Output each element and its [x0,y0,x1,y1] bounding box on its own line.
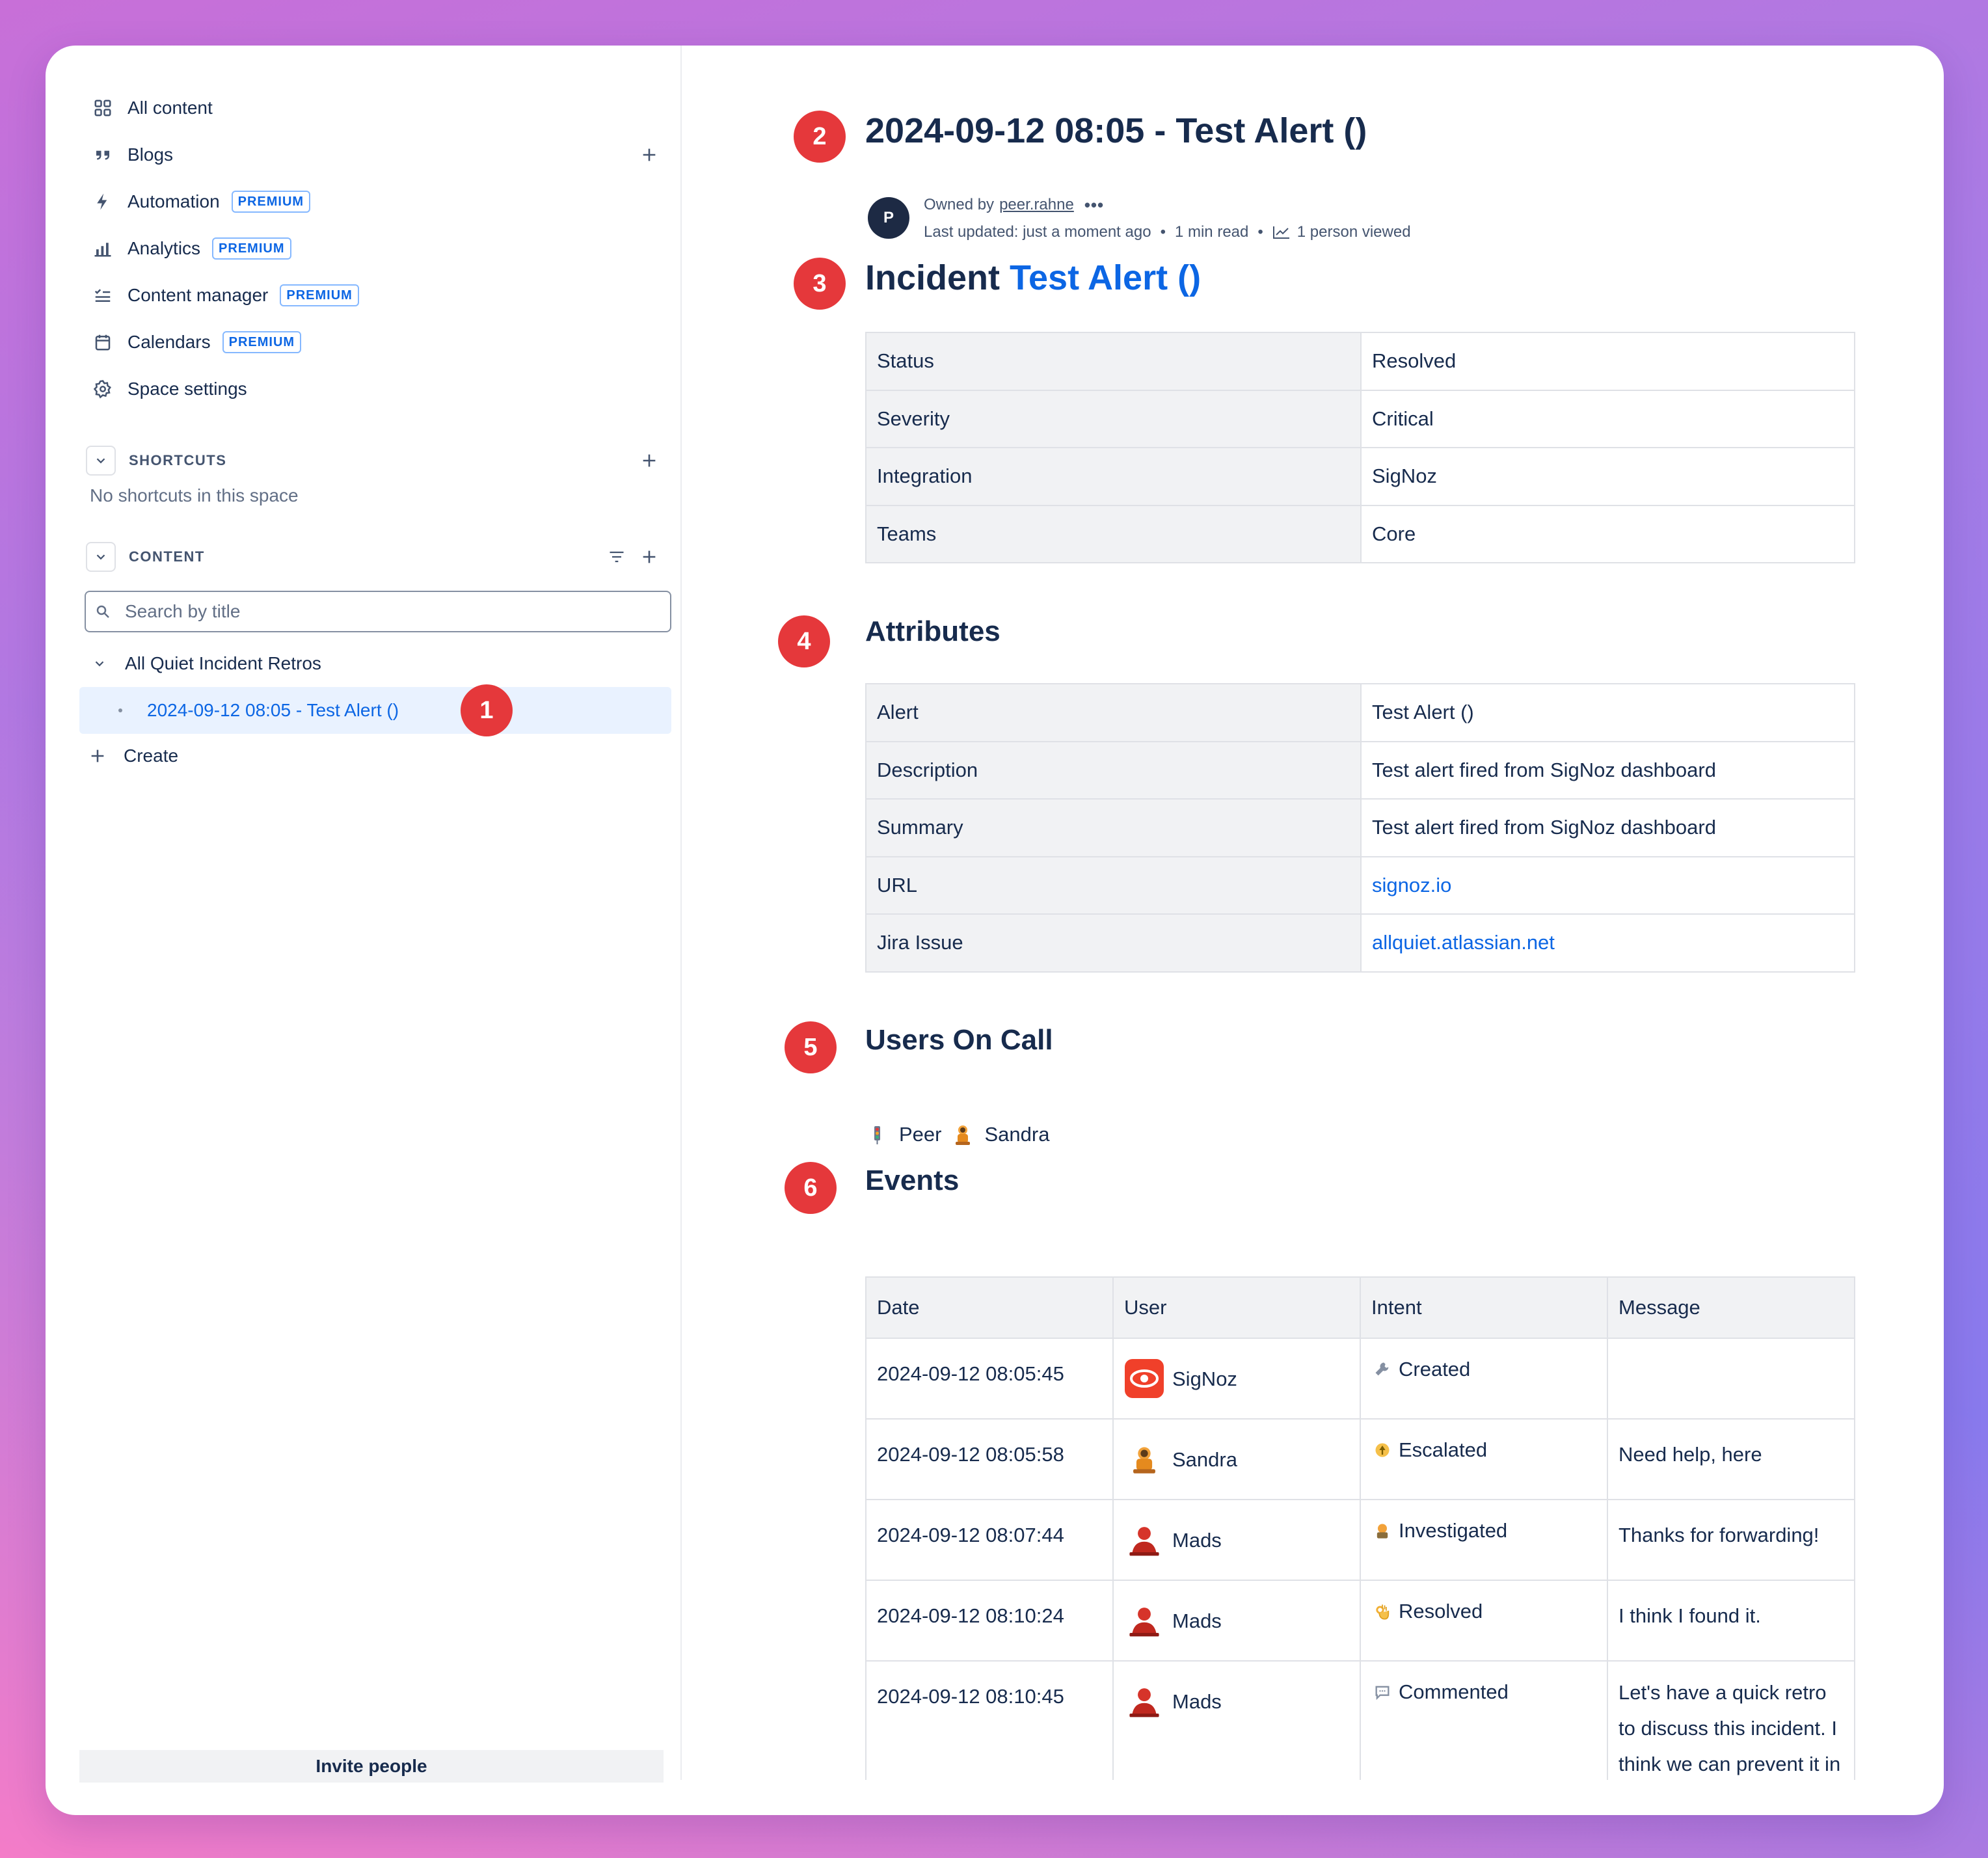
filter-button[interactable] [602,543,631,571]
event-message: Thanks for forwarding! [1607,1499,1855,1581]
event-message: I think I found it. [1607,1580,1855,1662]
chevron-down-icon[interactable] [86,446,116,476]
event-message [1607,1338,1855,1420]
quote-icon [88,141,117,169]
search-icon [96,605,109,618]
premium-badge: PREMIUM [222,331,302,353]
table-row: 2024-09-12 08:05:45 SigNoz Created [865,1338,1855,1420]
column-header: Intent [1360,1276,1608,1339]
plus-icon [643,550,656,563]
red-avatar-icon [1124,1520,1164,1560]
sidebar-item-space-settings[interactable]: Space settings [88,370,247,409]
tree-item-label: 2024-09-12 08:05 - Test Alert () [147,700,399,720]
event-date: 2024-09-12 08:05:45 [865,1338,1114,1420]
event-intent: Commented [1399,1680,1509,1703]
red-avatar-icon [1124,1600,1164,1641]
event-user: SigNoz [1172,1367,1237,1390]
grid-icon [88,94,117,122]
sidebar-item-label: Analytics [128,238,201,258]
red-avatar-icon [1124,1681,1164,1721]
ok-hand-icon [1371,1600,1393,1622]
escalate-icon [1371,1439,1393,1461]
speech-bubble-icon [1371,1681,1393,1703]
app-window: All content Blogs Automation PREMIUM Ana… [46,46,1944,1815]
sidebar-item-label: All content [128,98,213,118]
column-header: User [1112,1276,1361,1339]
plus-icon [643,454,656,467]
event-message: Need help, here [1607,1418,1855,1500]
sidebar-item-calendars[interactable]: Calendars PREMIUM [88,323,302,362]
sidebar-item-automation[interactable]: Automation PREMIUM [88,182,311,221]
event-intent: Escalated [1399,1438,1488,1461]
event-intent: Resolved [1399,1600,1483,1622]
tree-item-current-page[interactable]: 2024-09-12 08:05 - Test Alert () [79,687,671,734]
content-label: CONTENT [129,548,205,565]
lightning-icon [88,187,117,216]
event-date: 2024-09-12 08:07:44 [865,1499,1114,1581]
premium-badge: PREMIUM [212,237,291,260]
add-shortcut-button[interactable] [635,446,664,475]
plus-icon [643,148,656,161]
sidebar-item-blogs[interactable]: Blogs [88,135,173,174]
sidebar-item-label: Calendars [128,332,211,352]
plus-icon [91,749,104,762]
premium-badge: PREMIUM [280,284,359,306]
event-date: 2024-09-12 08:05:58 [865,1418,1114,1500]
sidebar-item-all-content[interactable]: All content [88,88,213,128]
chevron-down-icon[interactable] [86,542,116,572]
event-message: Let's have a quick retro to discuss this… [1619,1681,1841,1775]
events-table: Date User Intent Message 2024-09-12 08:0… [865,1276,1855,1780]
create-button[interactable]: Create [88,736,178,775]
filter-icon [610,551,624,563]
search-by-title-field[interactable] [85,591,671,632]
bullet-icon [118,708,122,712]
tree-item-label: All Quiet Incident Retros [125,653,321,673]
investigate-icon [1371,1520,1393,1542]
event-date: 2024-09-12 08:10:24 [865,1580,1114,1662]
sidebar-item-label: Space settings [128,379,247,399]
table-row: 2024-09-12 08:10:45 Mads Commented Let's… [865,1660,1855,1780]
column-header: Date [865,1276,1114,1339]
add-content-button[interactable] [635,543,664,571]
event-date: 2024-09-12 08:10:45 [865,1660,1114,1780]
premium-badge: PREMIUM [231,191,311,213]
invite-people-button[interactable]: Invite people [79,1750,664,1783]
event-user: Sandra [1172,1447,1237,1471]
signoz-logo-icon [1124,1358,1164,1399]
column-header: Message [1607,1276,1855,1339]
calendar-icon [88,328,117,357]
astronaut-avatar-icon [1124,1439,1164,1479]
sidebar-item-label: Automation [128,191,220,211]
tree-item-all-quiet-incident-retros[interactable]: All Quiet Incident Retros [92,644,321,683]
bar-chart-icon [88,234,117,263]
table-row: 2024-09-12 08:07:44 Mads Investigated Th… [865,1499,1855,1581]
sidebar-item-content-manager[interactable]: Content manager PREMIUM [88,276,359,315]
event-user: Mads [1172,1528,1222,1552]
sidebar-item-label: Blogs [128,144,174,165]
checklist-icon [88,281,117,310]
table-header-row: Date User Intent Message [865,1276,1855,1339]
event-user: Mads [1172,1690,1222,1713]
sidebar-item-label: Content manager [128,285,269,305]
event-user: Mads [1172,1609,1222,1632]
table-row: 2024-09-12 08:05:58 Sandra Escalated Nee… [865,1418,1855,1500]
search-input[interactable] [125,601,670,622]
create-label: Create [124,746,179,766]
events-scroll-area[interactable]: Date User Intent Message 2024-09-12 08:0… [683,46,1944,1780]
shortcuts-label: SHORTCUTS [129,452,227,468]
table-row: 2024-09-12 08:10:24 Mads Resolved I thin… [865,1580,1855,1662]
sidebar: All content Blogs Automation PREMIUM Ana… [46,46,682,1783]
wrench-icon [1371,1358,1393,1380]
chevron-down-icon[interactable] [92,656,107,671]
callout-marker-1: 1 [461,684,513,736]
content-section-header[interactable]: CONTENT [86,541,205,572]
event-intent: Created [1399,1358,1471,1380]
sidebar-item-analytics[interactable]: Analytics PREMIUM [88,229,291,268]
event-intent: Investigated [1399,1519,1508,1542]
shortcuts-section-header[interactable]: SHORTCUTS [86,445,226,476]
gear-icon [88,375,117,403]
add-blog-button[interactable] [635,141,664,169]
shortcuts-empty-text: No shortcuts in this space [90,485,299,505]
